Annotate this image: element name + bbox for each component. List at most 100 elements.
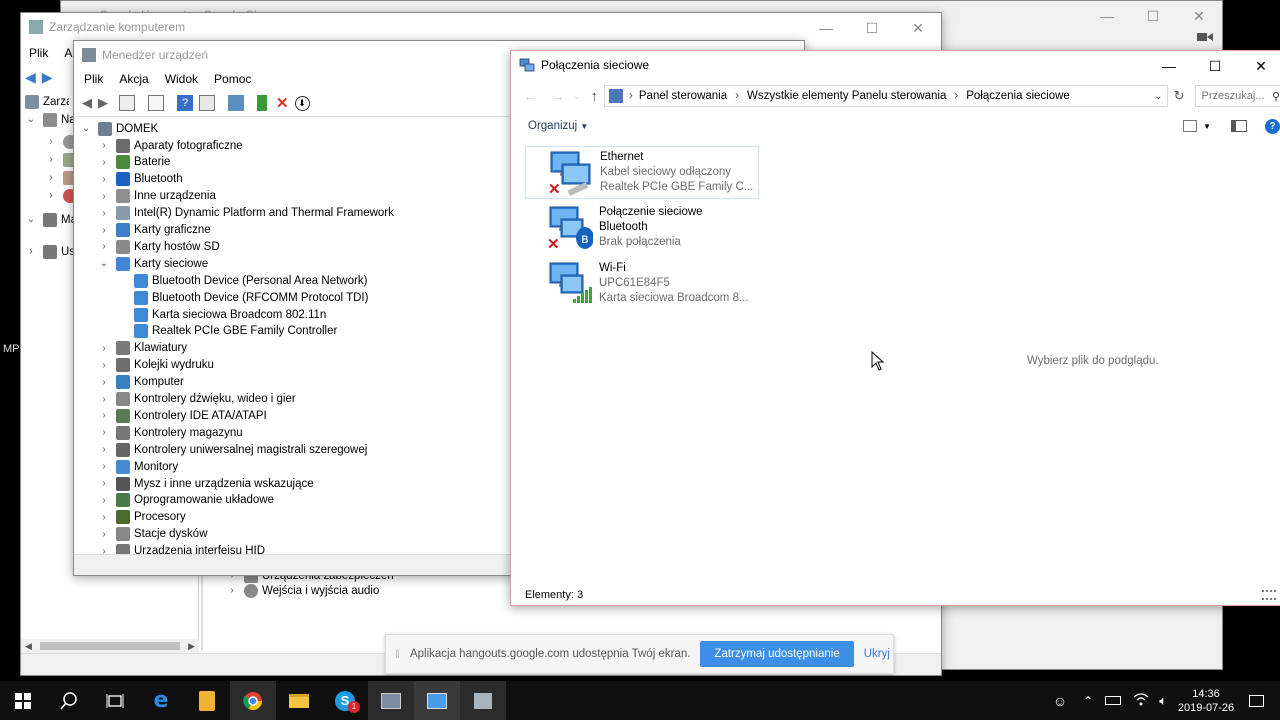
- device-category[interactable]: ⌄ Karty sieciowe: [98, 255, 208, 272]
- breadcrumb-item-network-connections[interactable]: Połączenia sieciowe: [966, 90, 1070, 102]
- expand-icon[interactable]: ›: [98, 208, 110, 219]
- chrome-minimize-button[interactable]: —: [1084, 1, 1130, 31]
- details-icon[interactable]: [199, 95, 215, 111]
- cm-back-icon[interactable]: ◀: [25, 69, 36, 86]
- expand-icon[interactable]: ›: [98, 478, 110, 489]
- hide-button[interactable]: Ukryj: [864, 648, 890, 660]
- expand-icon[interactable]: ›: [98, 377, 110, 388]
- start-icon[interactable]: [0, 681, 46, 720]
- cm-horizontal-scrollbar[interactable]: ◀ ▶: [21, 639, 199, 653]
- dm-menu-help[interactable]: Pomoc: [206, 72, 259, 86]
- scroll-right-icon[interactable]: ▶: [188, 641, 195, 652]
- cm-tree-system-tools[interactable]: ⌄Narzędzia systemowe: [25, 111, 73, 128]
- details-view-icon[interactable]: [1262, 589, 1276, 600]
- scroll-left-icon[interactable]: ◀: [25, 641, 32, 652]
- cm-forward-icon[interactable]: ▶: [42, 69, 53, 86]
- dm-menu-file[interactable]: Plik: [76, 72, 111, 86]
- chrome-maximize-button[interactable]: ☐: [1130, 1, 1176, 31]
- volume-icon[interactable]: 🔈︎: [1159, 693, 1167, 709]
- explorer-icon[interactable]: [276, 681, 322, 720]
- battery-icon[interactable]: [1105, 696, 1122, 705]
- device-category[interactable]: › Karty hostów SD: [98, 238, 220, 255]
- nc-minimize-button[interactable]: —: [1146, 51, 1192, 81]
- cm-maximize-button[interactable]: ☐: [849, 13, 895, 43]
- cm-close-button[interactable]: ✕: [895, 13, 941, 43]
- dm-back-icon[interactable]: ◀: [82, 95, 92, 111]
- skype-icon[interactable]: S 1: [322, 681, 368, 720]
- breadcrumb-item-all-items[interactable]: Wszystkie elementy Panelu sterowania: [747, 90, 946, 102]
- search-box[interactable]: Przeszukaj... ⚲: [1194, 85, 1280, 107]
- device-manager-icon[interactable]: [368, 681, 414, 720]
- device-category[interactable]: › Inne urządzenia: [98, 188, 216, 205]
- expand-icon[interactable]: ›: [98, 410, 110, 421]
- dm-menu-action[interactable]: Akcja: [111, 72, 156, 86]
- expand-icon[interactable]: ›: [98, 241, 110, 252]
- help-circle-icon[interactable]: ?: [1265, 118, 1280, 134]
- cm-tree-root[interactable]: Zarządzanie komputerem: [25, 93, 69, 110]
- computer-mgmt-icon[interactable]: [460, 681, 506, 720]
- scroll-thumb[interactable]: [40, 642, 180, 650]
- nc-up-icon[interactable]: ↑: [591, 88, 599, 105]
- device-category[interactable]: › Procesory: [98, 509, 186, 526]
- stop-sharing-button[interactable]: Zatrzymaj udostępnianie: [700, 641, 854, 667]
- address-bar[interactable]: › Panel sterowania › Wszystkie elementy …: [604, 85, 1168, 107]
- device-category[interactable]: › Karty graficzne: [98, 222, 211, 239]
- device-category[interactable]: › Mysz i inne urządzenia wskazujące: [98, 475, 314, 492]
- connection-bluetooth[interactable]: ʙ ✕ Połączenie sieciowe Bluetooth Brak p…: [525, 202, 759, 255]
- refresh-icon[interactable]: ↻: [1174, 88, 1185, 104]
- update-driver-icon[interactable]: [257, 95, 267, 111]
- expand-icon[interactable]: ›: [98, 225, 110, 236]
- device-category[interactable]: › Oprogramowanie układowe: [98, 492, 274, 509]
- expand-icon[interactable]: ›: [98, 529, 110, 540]
- device-category[interactable]: › Kolejki wydruku: [98, 357, 214, 374]
- address-dropdown-icon[interactable]: ⌄: [1154, 91, 1162, 102]
- show-hide-tree-icon[interactable]: [119, 95, 135, 111]
- search-icon[interactable]: [46, 681, 92, 720]
- device-tree-root[interactable]: ⌄ DOMEK: [80, 120, 158, 137]
- expand-icon[interactable]: ›: [98, 461, 110, 472]
- chrome-icon[interactable]: [230, 681, 276, 720]
- wifi-icon[interactable]: [1133, 692, 1149, 709]
- network-adapter-item[interactable]: Realtek PCIe GBE Family Controller: [134, 323, 337, 340]
- chrome-close-button[interactable]: ✕: [1176, 1, 1222, 31]
- nc-forward-icon[interactable]: →: [551, 88, 565, 104]
- organize-button[interactable]: Organizuj ▼: [528, 120, 588, 132]
- uninstall-device-icon[interactable]: ✕: [276, 94, 289, 112]
- expand-icon[interactable]: ›: [98, 495, 110, 506]
- disable-device-icon[interactable]: ⬇: [294, 95, 310, 111]
- device-category[interactable]: › Komputer: [98, 374, 184, 391]
- device-category[interactable]: › Monitory: [98, 458, 178, 475]
- properties-icon[interactable]: [148, 95, 164, 111]
- cm-minimize-button[interactable]: —: [803, 13, 849, 43]
- expand-icon[interactable]: ›: [98, 546, 110, 554]
- notes-icon[interactable]: [184, 681, 230, 720]
- drag-handle-icon[interactable]: ‖: [395, 647, 400, 661]
- expand-icon[interactable]: ›: [98, 427, 110, 438]
- expand-icon[interactable]: ›: [98, 140, 110, 151]
- device-category[interactable]: › Aparaty fotograficzne: [98, 137, 243, 154]
- expand-icon[interactable]: ›: [98, 360, 110, 371]
- people-icon[interactable]: ☺: [1053, 693, 1067, 709]
- connection-wifi[interactable]: Wi-Fi UPC61E84F5 Karta sieciowa Broadcom…: [525, 258, 759, 311]
- task-view-icon[interactable]: [92, 681, 138, 720]
- dm-forward-icon[interactable]: ▶: [98, 95, 108, 111]
- preview-pane-icon[interactable]: [1231, 120, 1247, 132]
- expand-icon[interactable]: ›: [98, 191, 110, 202]
- breadcrumb-item-control-panel[interactable]: Panel sterowania: [639, 90, 727, 102]
- nc-close-button[interactable]: ✕: [1238, 51, 1280, 81]
- collapse-icon[interactable]: ⌄: [25, 114, 37, 125]
- device-category[interactable]: › Kontrolery uniwersalnej magistrali szer…: [98, 441, 367, 458]
- network-adapter-item[interactable]: Bluetooth Device (RFCOMM Protocol TDI): [134, 289, 368, 306]
- device-category[interactable]: › Urządzenia interfejsu HID: [98, 543, 265, 554]
- device-category[interactable]: › Intel(R) Dynamic Platform and Thermal F…: [98, 205, 394, 222]
- action-center-icon[interactable]: [1249, 694, 1264, 707]
- expand-icon[interactable]: ›: [98, 174, 110, 185]
- search-icon[interactable]: ⚲: [1272, 90, 1280, 103]
- expand-icon[interactable]: ›: [98, 343, 110, 354]
- device-category[interactable]: › Bluetooth: [98, 171, 183, 188]
- network-icon[interactable]: [414, 681, 460, 720]
- view-options-icon[interactable]: [1183, 120, 1198, 132]
- connection-ethernet[interactable]: ✕ Ethernet Kabel sieciowy odłączony Real…: [525, 146, 759, 199]
- nc-back-icon[interactable]: ←: [523, 88, 537, 104]
- device-category[interactable]: › Kontrolery dźwięku, wideo i gier: [98, 391, 296, 408]
